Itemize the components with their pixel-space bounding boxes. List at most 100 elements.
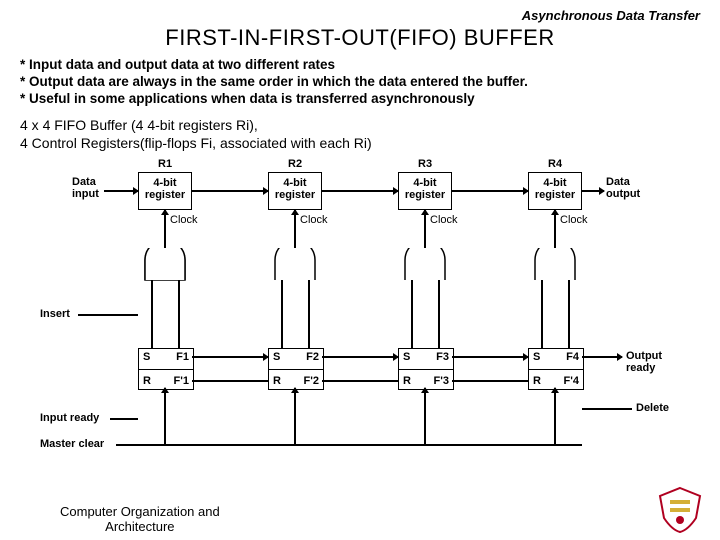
register-r4: 4-bit register [528,172,582,210]
wire [104,190,138,192]
text: Computer Organization and [60,504,220,519]
reg-text: 4-bit [413,177,436,189]
bullet-item: * Useful in some applications when data … [20,91,700,106]
wire [164,228,166,248]
fifo-diagram: R1 R2 R3 R4 4-bit register 4-bit registe… [40,158,680,458]
ff-qn: F'4 [564,375,579,387]
clock-label: Clock [430,214,458,226]
ff-q: F2 [306,351,319,363]
reg-text: register [405,189,445,201]
ff-qn: F'3 [434,375,449,387]
ff-qn: F'2 [304,375,319,387]
text: Data [72,176,96,188]
bullet-list: * Input data and output data at two diff… [20,57,700,106]
clock-label: Clock [170,214,198,226]
header-topic: Asynchronous Data Transfer [20,8,700,23]
wire [582,190,604,192]
wire [424,210,426,228]
flipflop-f4: S R F4 F'4 [528,348,584,390]
reg-text: register [535,189,575,201]
text: input [72,188,99,200]
ff-r: R [273,375,281,387]
ff-r: R [403,375,411,387]
subhead-line: 4 Control Registers(flip-flops Fi, assoc… [20,135,372,151]
footer-text: Computer Organization and Architecture [60,505,220,534]
reg-label-r4: R4 [548,158,562,170]
wire [178,280,180,348]
ff-s: S [143,351,150,363]
and-gate [143,248,187,278]
reg-text: register [145,189,185,201]
data-output-label: Data output [606,176,640,200]
ff-qn: F'1 [174,375,189,387]
flipflop-f2: S R F2 F'2 [268,348,324,390]
wire [294,388,296,444]
and-gate [403,248,447,278]
page-title: FIRST-IN-FIRST-OUT(FIFO) BUFFER [20,25,700,51]
wire [192,356,268,358]
wire [322,356,398,358]
insert-label: Insert [40,308,70,320]
subhead-line: 4 x 4 FIFO Buffer (4 4-bit registers Ri)… [20,117,258,133]
output-ready-label: Output ready [626,350,662,374]
ff-q: F3 [436,351,449,363]
wire [582,356,622,358]
flipflop-f3: S R F3 F'3 [398,348,454,390]
reg-label-r3: R3 [418,158,432,170]
ff-r: R [533,375,541,387]
wire [110,418,138,420]
wire [294,210,296,228]
input-ready-label: Input ready [40,412,99,424]
wire [554,210,556,228]
bullet-item: * Output data are always in the same ord… [20,74,700,89]
wire [452,380,528,382]
wire [116,444,582,446]
wire [308,280,310,348]
wire [294,228,296,248]
wire [322,380,398,382]
wire [164,210,166,228]
wire [438,280,440,348]
wire [164,388,166,444]
text: Output [626,350,662,362]
and-gate [533,248,577,278]
text: ready [626,362,655,374]
ff-r: R [143,375,151,387]
crest-icon [652,484,708,534]
wire [554,228,556,248]
ff-q: F1 [176,351,189,363]
wire [452,356,528,358]
text: Data [606,176,630,188]
ff-s: S [533,351,540,363]
wire [192,380,268,382]
wire [568,280,570,348]
clock-label: Clock [560,214,588,226]
reg-text: 4-bit [543,177,566,189]
wire [192,190,268,192]
wire [452,190,528,192]
register-r2: 4-bit register [268,172,322,210]
reg-text: register [275,189,315,201]
bullet-item: * Input data and output data at two diff… [20,57,700,72]
wire [424,228,426,248]
wire [151,280,153,348]
ff-s: S [273,351,280,363]
flipflop-f1: S R F1 F'1 [138,348,194,390]
wire [281,280,283,348]
reg-text: 4-bit [283,177,306,189]
wire [411,280,413,348]
wire [554,388,556,444]
wire [541,280,543,348]
ff-q: F4 [566,351,579,363]
wire [322,190,398,192]
master-clear-label: Master clear [40,438,104,450]
and-gate [273,248,317,278]
data-input-label: Data input [72,176,99,200]
register-r1: 4-bit register [138,172,192,210]
text: output [606,188,640,200]
wire [582,408,632,410]
reg-text: 4-bit [153,177,176,189]
register-r3: 4-bit register [398,172,452,210]
clock-label: Clock [300,214,328,226]
reg-label-r2: R2 [288,158,302,170]
